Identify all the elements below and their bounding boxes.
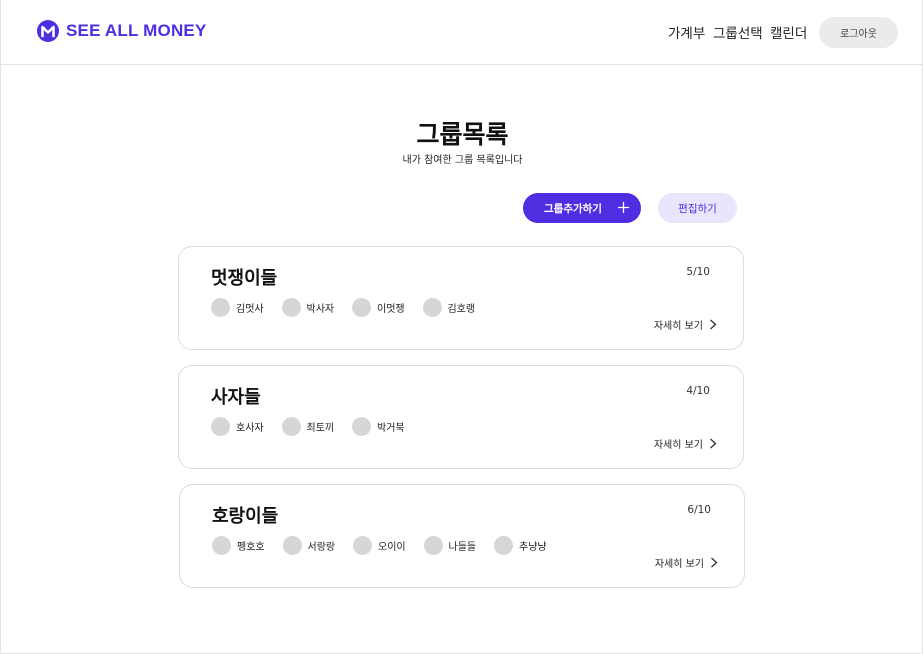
member-name: 김멋사 — [236, 304, 264, 315]
member-item: 호사자 — [211, 417, 282, 436]
member-item: 김멋사 — [211, 298, 282, 317]
group-card[interactable]: 멋쟁이들 5/10 김멋사 박사자 이멋쟁 김호랭 자세히 보기 — [178, 246, 744, 350]
view-details-label: 자세히 보기 — [653, 440, 703, 451]
group-name: 호랑이들 — [212, 506, 279, 527]
avatar — [352, 417, 371, 436]
member-list: 펭호호 서랑랑 오이이 나들들 추냥냥 — [212, 536, 565, 555]
add-group-label: 그룹추가하기 — [544, 202, 602, 215]
avatar — [352, 298, 371, 317]
member-name: 박사자 — [306, 304, 335, 315]
member-item: 추냥냥 — [494, 536, 565, 555]
member-item: 박사자 — [281, 298, 353, 317]
group-card[interactable]: 호랑이들 6/10 펭호호 서랑랑 오이이 나들들 추냥냥 자세히 보기 — [179, 484, 745, 588]
member-item: 나들들 — [423, 536, 495, 555]
avatar — [281, 417, 301, 436]
group-card[interactable]: 사자들 4/10 호사자 최토끼 박거북 자세히 보기 — [178, 365, 744, 469]
member-name: 박거북 — [377, 423, 405, 434]
member-count: 6/10 — [687, 504, 711, 516]
group-name: 사자들 — [211, 387, 261, 408]
brand[interactable]: SEE ALL MONEY — [37, 20, 207, 42]
member-name: 이멋쟁 — [377, 304, 405, 315]
member-name: 추냥냥 — [519, 542, 547, 553]
member-name: 김호랭 — [447, 304, 476, 315]
member-item: 최토끼 — [281, 417, 353, 436]
member-count: 5/10 — [686, 266, 710, 278]
nav-calendar[interactable]: 캘린더 — [770, 22, 807, 42]
page-title: 그룹목록 — [416, 120, 509, 149]
avatar — [212, 536, 231, 555]
avatar — [422, 298, 442, 317]
plus-icon — [617, 201, 630, 214]
nav-group-select[interactable]: 그룹선택 — [713, 22, 763, 42]
edit-button[interactable]: 편집하기 — [658, 193, 737, 223]
member-item: 서랑랑 — [282, 536, 354, 555]
avatar — [423, 536, 443, 555]
member-item: 이멋쟁 — [352, 298, 423, 317]
page-subtitle: 내가 참여한 그룹 목록입니다 — [402, 155, 523, 166]
avatar — [211, 417, 230, 436]
view-details-link[interactable]: 자세히 보기 — [654, 436, 717, 451]
chevron-right-icon — [710, 438, 717, 449]
member-name: 오이이 — [378, 542, 406, 553]
logout-button[interactable]: 로그아웃 — [819, 17, 898, 48]
view-details-link[interactable]: 자세히 보기 — [654, 317, 717, 332]
brand-logo-icon — [37, 20, 59, 42]
member-item: 김호랭 — [422, 298, 494, 317]
add-group-button[interactable]: 그룹추가하기 — [523, 193, 641, 223]
member-name: 펭호호 — [237, 542, 265, 553]
member-count: 4/10 — [686, 385, 710, 397]
avatar — [353, 536, 372, 555]
avatar — [494, 536, 513, 555]
view-details-label: 자세히 보기 — [653, 321, 703, 332]
brand-name: SEE ALL MONEY — [66, 21, 207, 40]
member-name: 서랑랑 — [307, 542, 336, 553]
avatar — [211, 298, 230, 317]
top-header: SEE ALL MONEY 가계부 그룹선택 캘린더 로그아웃 — [1, 0, 922, 65]
avatar — [281, 298, 301, 317]
member-name: 나들들 — [448, 542, 477, 553]
member-list: 호사자 최토끼 박거북 — [211, 417, 423, 436]
member-item: 오이이 — [353, 536, 424, 555]
member-list: 김멋사 박사자 이멋쟁 김호랭 — [211, 298, 493, 317]
nav-ledger[interactable]: 가계부 — [668, 22, 705, 42]
view-details-label: 자세히 보기 — [654, 559, 704, 570]
member-item: 박거북 — [352, 417, 423, 436]
view-details-link[interactable]: 자세히 보기 — [655, 555, 718, 570]
group-name: 멋쟁이들 — [211, 268, 278, 289]
member-item: 펭호호 — [212, 536, 283, 555]
page: SEE ALL MONEY 가계부 그룹선택 캘린더 로그아웃 그룹목록 내가 … — [0, 0, 923, 654]
chevron-right-icon — [711, 557, 718, 568]
member-name: 호사자 — [236, 423, 264, 434]
chevron-right-icon — [710, 319, 717, 330]
member-name: 최토끼 — [306, 423, 335, 434]
avatar — [282, 536, 302, 555]
